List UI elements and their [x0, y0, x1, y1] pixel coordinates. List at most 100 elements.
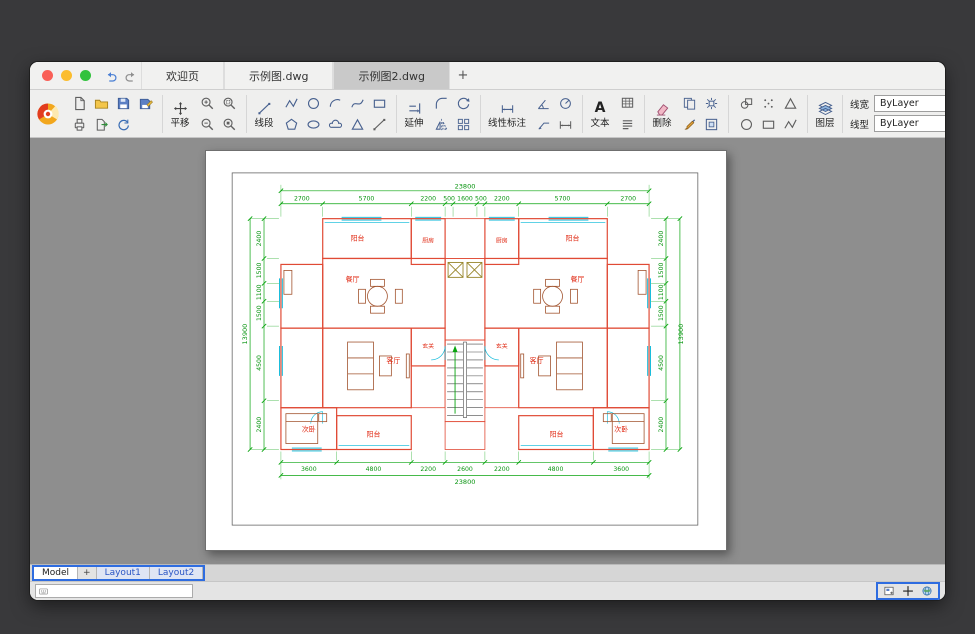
print-button[interactable]	[69, 114, 89, 134]
toolbar-separator	[644, 95, 645, 133]
room-label: 阳台	[565, 234, 579, 243]
save-icon	[116, 96, 131, 111]
crosshair-button[interactable]	[902, 585, 914, 597]
circle-button[interactable]	[303, 93, 323, 113]
donut-button[interactable]	[736, 114, 756, 134]
text-icon: A	[595, 100, 606, 116]
sync-icon	[116, 117, 131, 132]
pan-button[interactable]	[170, 98, 190, 118]
layer-tool-group: 图层	[815, 98, 835, 129]
spline-button[interactable]	[347, 93, 367, 113]
zoom-in-button[interactable]	[197, 93, 217, 113]
dim-text: 500	[475, 195, 487, 202]
fillet-button[interactable]	[431, 93, 451, 113]
new-file-icon	[72, 96, 87, 111]
layer-label: 图层	[816, 118, 835, 129]
dim-text: 4500	[658, 355, 665, 371]
save-button[interactable]	[113, 93, 133, 113]
boundary-button[interactable]	[758, 114, 778, 134]
multiline-text-button[interactable]	[617, 115, 637, 135]
arc-button[interactable]	[325, 93, 345, 113]
explode-button[interactable]	[701, 93, 721, 113]
drawing-paper[interactable]: 23800 2700 5700 2200 500 1600 500 2200 5…	[205, 150, 727, 551]
mirror-button[interactable]	[431, 114, 451, 134]
insert-block-button[interactable]	[701, 114, 721, 134]
sync-button[interactable]	[113, 114, 133, 134]
divide-button[interactable]	[780, 114, 800, 134]
array-button[interactable]	[453, 114, 473, 134]
linear-dimension-icon	[500, 101, 515, 116]
room-label: 阳台	[351, 234, 365, 243]
open-file-button[interactable]	[91, 93, 111, 113]
open-file-icon	[94, 96, 109, 111]
tab-welcome[interactable]: 欢迎页	[141, 62, 224, 89]
room-label: 玄关	[422, 342, 434, 350]
tab-drawing2[interactable]: 示例图2.dwg	[333, 62, 449, 89]
misc-toolbar-group	[736, 93, 800, 135]
revision-cloud-button[interactable]	[325, 114, 345, 134]
text-button[interactable]: A	[590, 98, 610, 118]
region-button[interactable]	[736, 93, 756, 113]
ellipse-button[interactable]	[303, 114, 323, 134]
dim-text: 2400	[256, 231, 263, 247]
rectangle-button[interactable]	[369, 93, 389, 113]
construction-line-button[interactable]	[369, 114, 389, 134]
close-window-button[interactable]	[42, 70, 53, 81]
linear-dimension-button[interactable]	[497, 98, 517, 118]
zoom-window-button[interactable]	[219, 93, 239, 113]
save-as-button[interactable]	[135, 93, 155, 113]
layer-button[interactable]	[815, 98, 835, 118]
command-bar[interactable]	[35, 584, 193, 598]
export-button[interactable]	[91, 114, 111, 134]
linetype-select[interactable]: ByLayer	[874, 115, 945, 132]
maximize-window-button[interactable]	[80, 70, 91, 81]
dim-text: 1100	[256, 284, 263, 300]
redo-button[interactable]	[121, 62, 141, 89]
new-file-button[interactable]	[69, 93, 89, 113]
tab-drawing1[interactable]: 示例图.dwg	[224, 62, 333, 89]
new-tab-button[interactable]: +	[450, 62, 476, 89]
zoom-out-button[interactable]	[197, 114, 217, 134]
copy-button[interactable]	[679, 93, 699, 113]
rotate-button[interactable]	[453, 93, 473, 113]
minimize-window-button[interactable]	[61, 70, 72, 81]
room-label: 阳台	[550, 430, 564, 439]
line-button[interactable]	[254, 98, 274, 118]
table-button[interactable]	[617, 93, 637, 113]
arc-icon	[328, 96, 343, 111]
orbit-button[interactable]	[921, 585, 933, 597]
insert-block-icon	[704, 117, 719, 132]
command-input[interactable]	[51, 586, 189, 596]
polyline-button[interactable]	[281, 93, 301, 113]
match-properties-icon	[682, 117, 697, 132]
extend-button[interactable]	[404, 98, 424, 118]
wipeout-button[interactable]	[780, 93, 800, 113]
angular-dimension-button[interactable]	[533, 93, 553, 113]
layout-tab-bar: Model + Layout1 Layout2	[30, 564, 945, 581]
polygon-button[interactable]	[281, 114, 301, 134]
undo-button[interactable]	[101, 62, 121, 89]
toolbar-separator	[162, 95, 163, 133]
linewidth-select[interactable]: ByLayer	[874, 95, 945, 112]
triangle-button[interactable]	[347, 114, 367, 134]
match-properties-button[interactable]	[679, 114, 699, 134]
tab-layout1[interactable]: Layout1	[97, 567, 150, 579]
viewport-button[interactable]	[883, 585, 895, 597]
radius-dimension-button[interactable]	[555, 93, 575, 113]
aligned-dimension-button[interactable]	[555, 114, 575, 134]
drawing-viewport[interactable]: 23800 2700 5700 2200 500 1600 500 2200 5…	[30, 138, 945, 564]
add-layout-button[interactable]: +	[78, 567, 97, 579]
dim-text: 5700	[359, 195, 375, 202]
tab-model[interactable]: Model	[34, 567, 78, 579]
delete-button[interactable]	[652, 98, 672, 118]
zoom-extents-button[interactable]	[219, 114, 239, 134]
extend-tool-group: 延伸	[404, 98, 424, 129]
point-style-button[interactable]	[758, 93, 778, 113]
toolbar-separator	[480, 95, 481, 133]
leader-button[interactable]	[533, 114, 553, 134]
tab-layout2[interactable]: Layout2	[150, 567, 203, 579]
room-label: 厨房	[496, 237, 508, 245]
dim-text: 13900	[677, 324, 685, 345]
draw-toolbar-group	[281, 93, 389, 135]
dim-text: 2400	[658, 231, 665, 247]
